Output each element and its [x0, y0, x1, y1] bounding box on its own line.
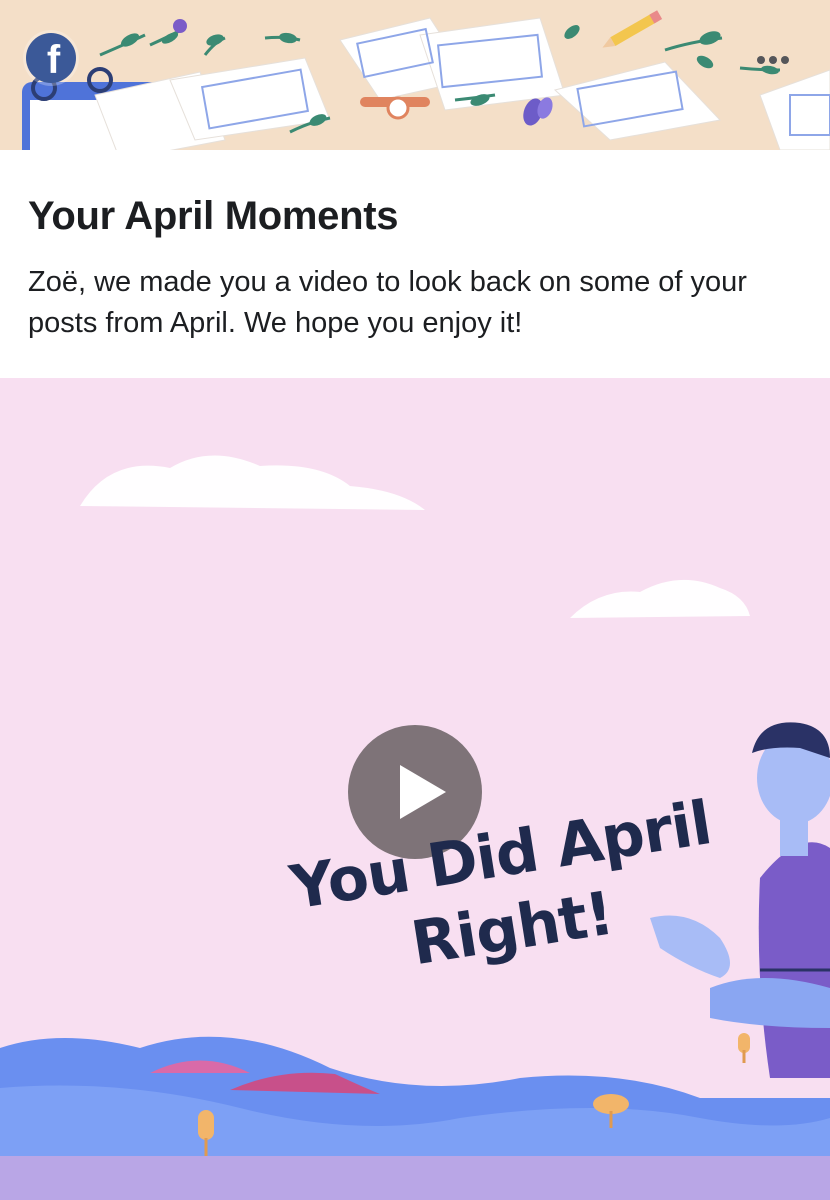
- banner-illustration: [0, 0, 830, 150]
- card-description: Zoë, we made you a video to look back on…: [28, 266, 747, 339]
- card-body: Your April Moments Zoë, we made you a vi…: [0, 150, 830, 378]
- play-icon: [400, 765, 446, 819]
- facebook-logo-icon: f: [26, 33, 76, 83]
- page-title: Your April Moments: [28, 194, 399, 238]
- more-options-icon[interactable]: [750, 46, 796, 74]
- video-player[interactable]: You Did April Right!: [0, 378, 830, 1200]
- header-banner: f: [0, 0, 830, 150]
